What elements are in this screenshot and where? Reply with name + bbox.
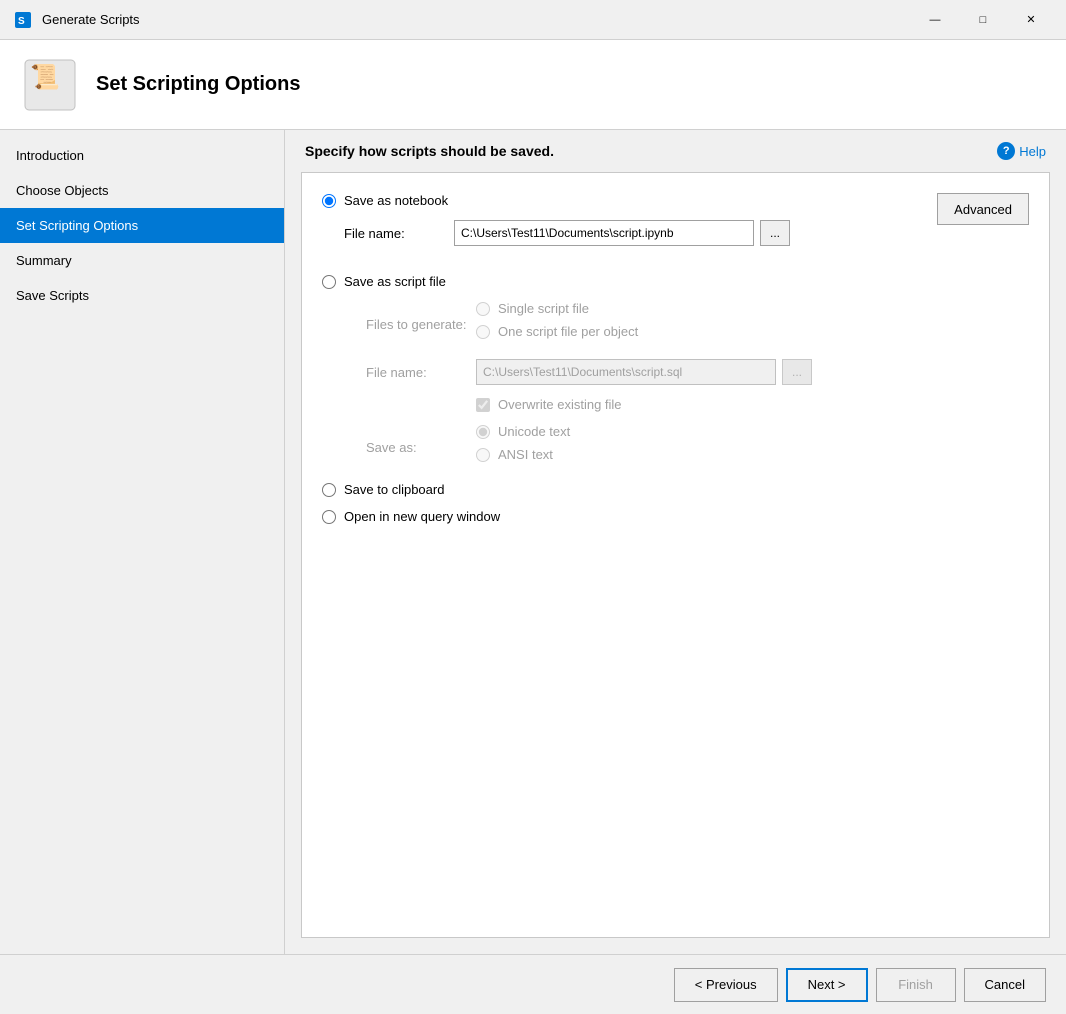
sidebar-item-set-scripting-options[interactable]: Set Scripting Options bbox=[0, 208, 284, 243]
main-area: Introduction Choose Objects Set Scriptin… bbox=[0, 130, 1066, 954]
unicode-radio[interactable] bbox=[476, 425, 490, 439]
ansi-row: ANSI text bbox=[476, 447, 570, 462]
files-to-generate-options: Single script file One script file per o… bbox=[476, 301, 638, 347]
notebook-filename-label: File name: bbox=[344, 226, 454, 241]
save-as-script-label: Save as script file bbox=[344, 274, 446, 289]
sidebar-item-choose-objects[interactable]: Choose Objects bbox=[0, 173, 284, 208]
single-script-label: Single script file bbox=[498, 301, 589, 316]
files-to-generate-label: Files to generate: bbox=[366, 317, 476, 332]
save-to-clipboard-radio[interactable] bbox=[322, 483, 336, 497]
ansi-label: ANSI text bbox=[498, 447, 553, 462]
one-per-object-radio[interactable] bbox=[476, 325, 490, 339]
open-in-query-label: Open in new query window bbox=[344, 509, 500, 524]
title-bar: S Generate Scripts — □ ✕ bbox=[0, 0, 1066, 40]
notebook-browse-button[interactable]: ... bbox=[760, 220, 790, 246]
dialog-title: Set Scripting Options bbox=[96, 73, 300, 96]
finish-button[interactable]: Finish bbox=[876, 968, 956, 1002]
content-header: Specify how scripts should be saved. ? H… bbox=[285, 130, 1066, 172]
overwrite-checkbox[interactable] bbox=[476, 398, 490, 412]
svg-text:📜: 📜 bbox=[30, 64, 60, 91]
script-filename-row: File name: ... bbox=[366, 359, 1029, 385]
overwrite-label: Overwrite existing file bbox=[498, 397, 622, 412]
save-as-notebook-radio[interactable] bbox=[322, 194, 336, 208]
script-browse-button[interactable]: ... bbox=[782, 359, 812, 385]
unicode-row: Unicode text bbox=[476, 424, 570, 439]
footer: < Previous Next > Finish Cancel bbox=[0, 954, 1066, 1014]
sidebar: Introduction Choose Objects Set Scriptin… bbox=[0, 130, 285, 954]
app-icon: S bbox=[12, 9, 34, 31]
panel-top-row: Save as notebook File name: ... Advanced bbox=[322, 193, 1029, 258]
save-as-label: Save as: bbox=[366, 440, 476, 455]
dialog-header: 📜 Set Scripting Options bbox=[0, 40, 1066, 130]
save-as-row: Save as: Unicode text ANSI text bbox=[366, 424, 1029, 470]
save-notebook-section: Save as notebook File name: ... bbox=[322, 193, 790, 258]
content-area: Specify how scripts should be saved. ? H… bbox=[285, 130, 1066, 954]
save-to-clipboard-row: Save to clipboard bbox=[322, 482, 1029, 497]
one-per-object-label: One script file per object bbox=[498, 324, 638, 339]
section-title: Specify how scripts should be saved. bbox=[305, 143, 554, 159]
save-to-clipboard-label: Save to clipboard bbox=[344, 482, 444, 497]
open-in-query-radio[interactable] bbox=[322, 510, 336, 524]
minimize-button[interactable]: — bbox=[912, 4, 958, 36]
cancel-button[interactable]: Cancel bbox=[964, 968, 1046, 1002]
one-per-object-row: One script file per object bbox=[476, 324, 638, 339]
help-icon: ? bbox=[997, 142, 1015, 160]
open-query-row: Open in new query window bbox=[322, 509, 1029, 524]
help-link[interactable]: ? Help bbox=[997, 142, 1046, 160]
save-as-script-radio[interactable] bbox=[322, 275, 336, 289]
ansi-radio[interactable] bbox=[476, 448, 490, 462]
sidebar-item-introduction[interactable]: Introduction bbox=[0, 138, 284, 173]
files-to-generate-row: Files to generate: Single script file On… bbox=[366, 301, 1029, 347]
sidebar-item-summary[interactable]: Summary bbox=[0, 243, 284, 278]
sidebar-item-save-scripts[interactable]: Save Scripts bbox=[0, 278, 284, 313]
save-as-notebook-row: Save as notebook bbox=[322, 193, 790, 208]
save-as-script-row: Save as script file bbox=[322, 274, 1029, 289]
maximize-button[interactable]: □ bbox=[960, 4, 1006, 36]
next-button[interactable]: Next > bbox=[786, 968, 868, 1002]
header-icon: 📜 bbox=[20, 55, 80, 115]
close-button[interactable]: ✕ bbox=[1008, 4, 1054, 36]
options-panel: Save as notebook File name: ... Advanced… bbox=[301, 172, 1050, 938]
advanced-button[interactable]: Advanced bbox=[937, 193, 1029, 225]
overwrite-row: Overwrite existing file bbox=[476, 397, 1029, 412]
script-filename-input[interactable] bbox=[476, 359, 776, 385]
script-filename-label: File name: bbox=[366, 365, 476, 380]
single-script-row: Single script file bbox=[476, 301, 638, 316]
unicode-label: Unicode text bbox=[498, 424, 570, 439]
window-title: Generate Scripts bbox=[42, 12, 912, 27]
notebook-filename-input[interactable] bbox=[454, 220, 754, 246]
save-as-notebook-label: Save as notebook bbox=[344, 193, 448, 208]
previous-button[interactable]: < Previous bbox=[674, 968, 778, 1002]
single-script-radio[interactable] bbox=[476, 302, 490, 316]
window-controls: — □ ✕ bbox=[912, 4, 1054, 36]
script-options-indent: Files to generate: Single script file On… bbox=[366, 301, 1029, 470]
save-as-options: Unicode text ANSI text bbox=[476, 424, 570, 470]
svg-text:S: S bbox=[18, 16, 25, 27]
notebook-filename-row: File name: ... bbox=[344, 220, 790, 246]
